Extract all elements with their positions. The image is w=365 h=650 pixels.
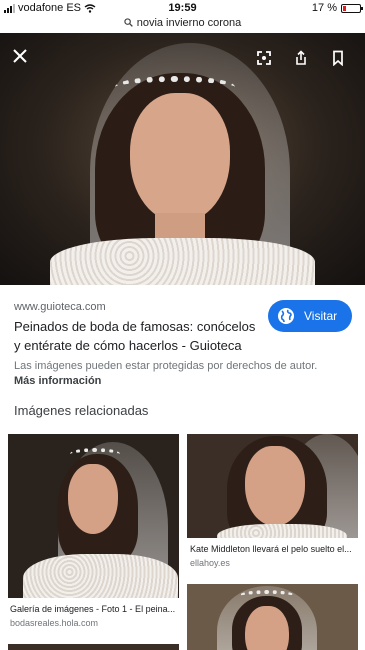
globe-icon xyxy=(278,308,294,324)
related-source-2: ellahoy.es xyxy=(190,558,230,568)
battery-icon xyxy=(341,3,363,13)
close-icon xyxy=(13,49,27,63)
copyright-disclaimer: Las imágenes pueden estar protegidas por… xyxy=(14,360,318,372)
related-image-2[interactable] xyxy=(187,434,358,538)
related-image-4[interactable] xyxy=(187,584,358,650)
result-source[interactable]: www.guioteca.com xyxy=(14,301,106,313)
share-button[interactable] xyxy=(289,46,313,70)
visit-button[interactable]: Visitar xyxy=(268,300,352,332)
related-images-heading: Imágenes relacionadas xyxy=(14,403,149,418)
status-time: 19:59 xyxy=(168,2,197,14)
lens-button[interactable] xyxy=(252,46,276,70)
lens-icon xyxy=(257,51,271,65)
url-bar[interactable]: novia invierno corona xyxy=(0,17,365,33)
more-info-link[interactable]: Más información xyxy=(14,375,101,387)
search-icon xyxy=(124,18,133,27)
search-query: novia invierno corona xyxy=(136,17,242,29)
share-icon xyxy=(296,50,306,65)
related-image-3[interactable] xyxy=(8,644,179,650)
related-caption-2[interactable]: Kate Middleton llevará el pelo suelto el… xyxy=(190,544,356,554)
close-button[interactable] xyxy=(8,44,32,68)
battery-percent: 17 % xyxy=(311,2,337,14)
hero-image xyxy=(0,33,365,285)
related-caption-1[interactable]: Galería de imágenes - Foto 1 - El peina.… xyxy=(10,604,176,614)
bookmark-icon xyxy=(333,50,343,66)
related-source-1: bodasreales.hola.com xyxy=(10,618,99,628)
result-info: www.guioteca.com Peinados de boda de fam… xyxy=(0,285,365,425)
status-right: 17 % xyxy=(311,2,363,14)
result-title[interactable]: Peinados de boda de famosas: conócelos y… xyxy=(14,317,264,355)
related-image-1[interactable] xyxy=(8,434,179,598)
status-bar: vodafone ES 19:59 17 % xyxy=(0,0,365,17)
bookmark-button[interactable] xyxy=(326,46,350,70)
visit-label: Visitar xyxy=(304,309,338,323)
